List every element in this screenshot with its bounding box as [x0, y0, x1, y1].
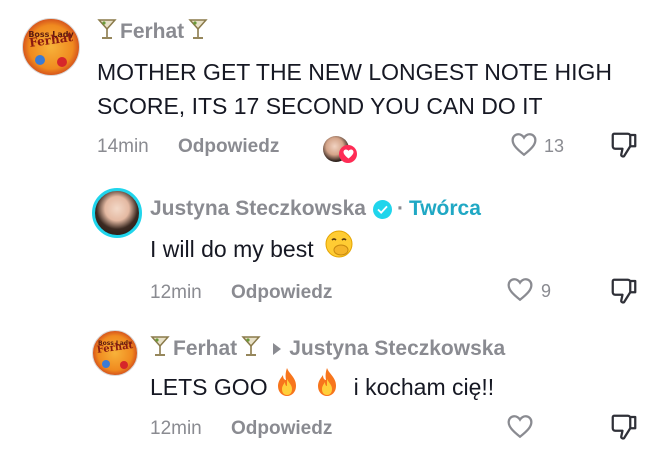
comment-time: 12min	[150, 418, 202, 439]
comment-author[interactable]: Ferhat Justyna Steczkowska	[150, 335, 505, 363]
separator-dot: ·	[396, 197, 404, 220]
comment-time: 14min	[97, 136, 149, 157]
creator-label: Twórca	[408, 197, 481, 220]
cocktail-glass-icon	[241, 335, 261, 363]
reply-arrow-icon	[273, 343, 282, 355]
heart-outline-icon[interactable]	[506, 277, 534, 307]
like-count: 13	[544, 136, 565, 156]
verified-badge-icon	[372, 199, 392, 219]
heart-outline-icon[interactable]	[506, 414, 534, 444]
cocktail-glass-icon	[150, 335, 170, 363]
avatar-ferhat[interactable]: Boss Lady Ferhat	[22, 18, 80, 76]
author-name: Ferhat	[173, 337, 238, 360]
comment-text-part: LETS GOO	[150, 373, 268, 400]
like-count: 9	[541, 281, 552, 301]
comment-author[interactable]: Ferhat	[97, 18, 208, 46]
ball-icon	[35, 55, 45, 65]
cocktail-glass-icon	[97, 18, 117, 46]
fire-emoji-icon	[314, 367, 340, 406]
thumbs-down-icon[interactable]	[609, 276, 639, 311]
avatar-justyna[interactable]	[92, 188, 142, 238]
thumbs-down-icon[interactable]	[609, 130, 639, 165]
comment-text: LETS GOO i kocham cię!!	[150, 367, 494, 406]
comment-text: I will do my best	[150, 229, 354, 268]
reply-to-name[interactable]: Justyna Steczkowska	[289, 337, 505, 361]
fire-emoji-icon	[274, 367, 300, 406]
comment-text-line: I will do my best	[150, 235, 314, 262]
reply-button[interactable]: Odpowiedz	[231, 418, 332, 440]
reply-button[interactable]: Odpowiedz	[178, 136, 279, 158]
avatar-ferhat[interactable]: Boss Lady Ferhat	[92, 330, 138, 376]
heart-badge-icon	[339, 145, 357, 163]
reply-button[interactable]: Odpowiedz	[231, 282, 332, 304]
comment-author[interactable]: Justyna Steczkowska · Twórca	[150, 197, 481, 221]
comment-text-part: i kocham cię!!	[353, 373, 495, 400]
hand-over-mouth-emoji-icon	[324, 229, 354, 268]
ball-icon	[57, 57, 67, 67]
ball-icon	[120, 361, 128, 369]
ball-icon	[102, 360, 110, 368]
comment-text-line: SCORE, ITS 17 SECOND YOU CAN DO IT	[97, 93, 543, 119]
thumbs-down-icon[interactable]	[609, 412, 639, 447]
cocktail-glass-icon	[188, 18, 208, 46]
author-name: Justyna Steczkowska	[150, 197, 366, 220]
comment-time: 12min	[150, 282, 202, 303]
heart-outline-icon[interactable]	[510, 132, 538, 162]
comment-text: MOTHER GET THE NEW LONGEST NOTE HIGH SCO…	[97, 55, 657, 123]
author-name: Ferhat	[120, 20, 185, 43]
comment-text-line: MOTHER GET THE NEW LONGEST NOTE HIGH	[97, 59, 612, 85]
